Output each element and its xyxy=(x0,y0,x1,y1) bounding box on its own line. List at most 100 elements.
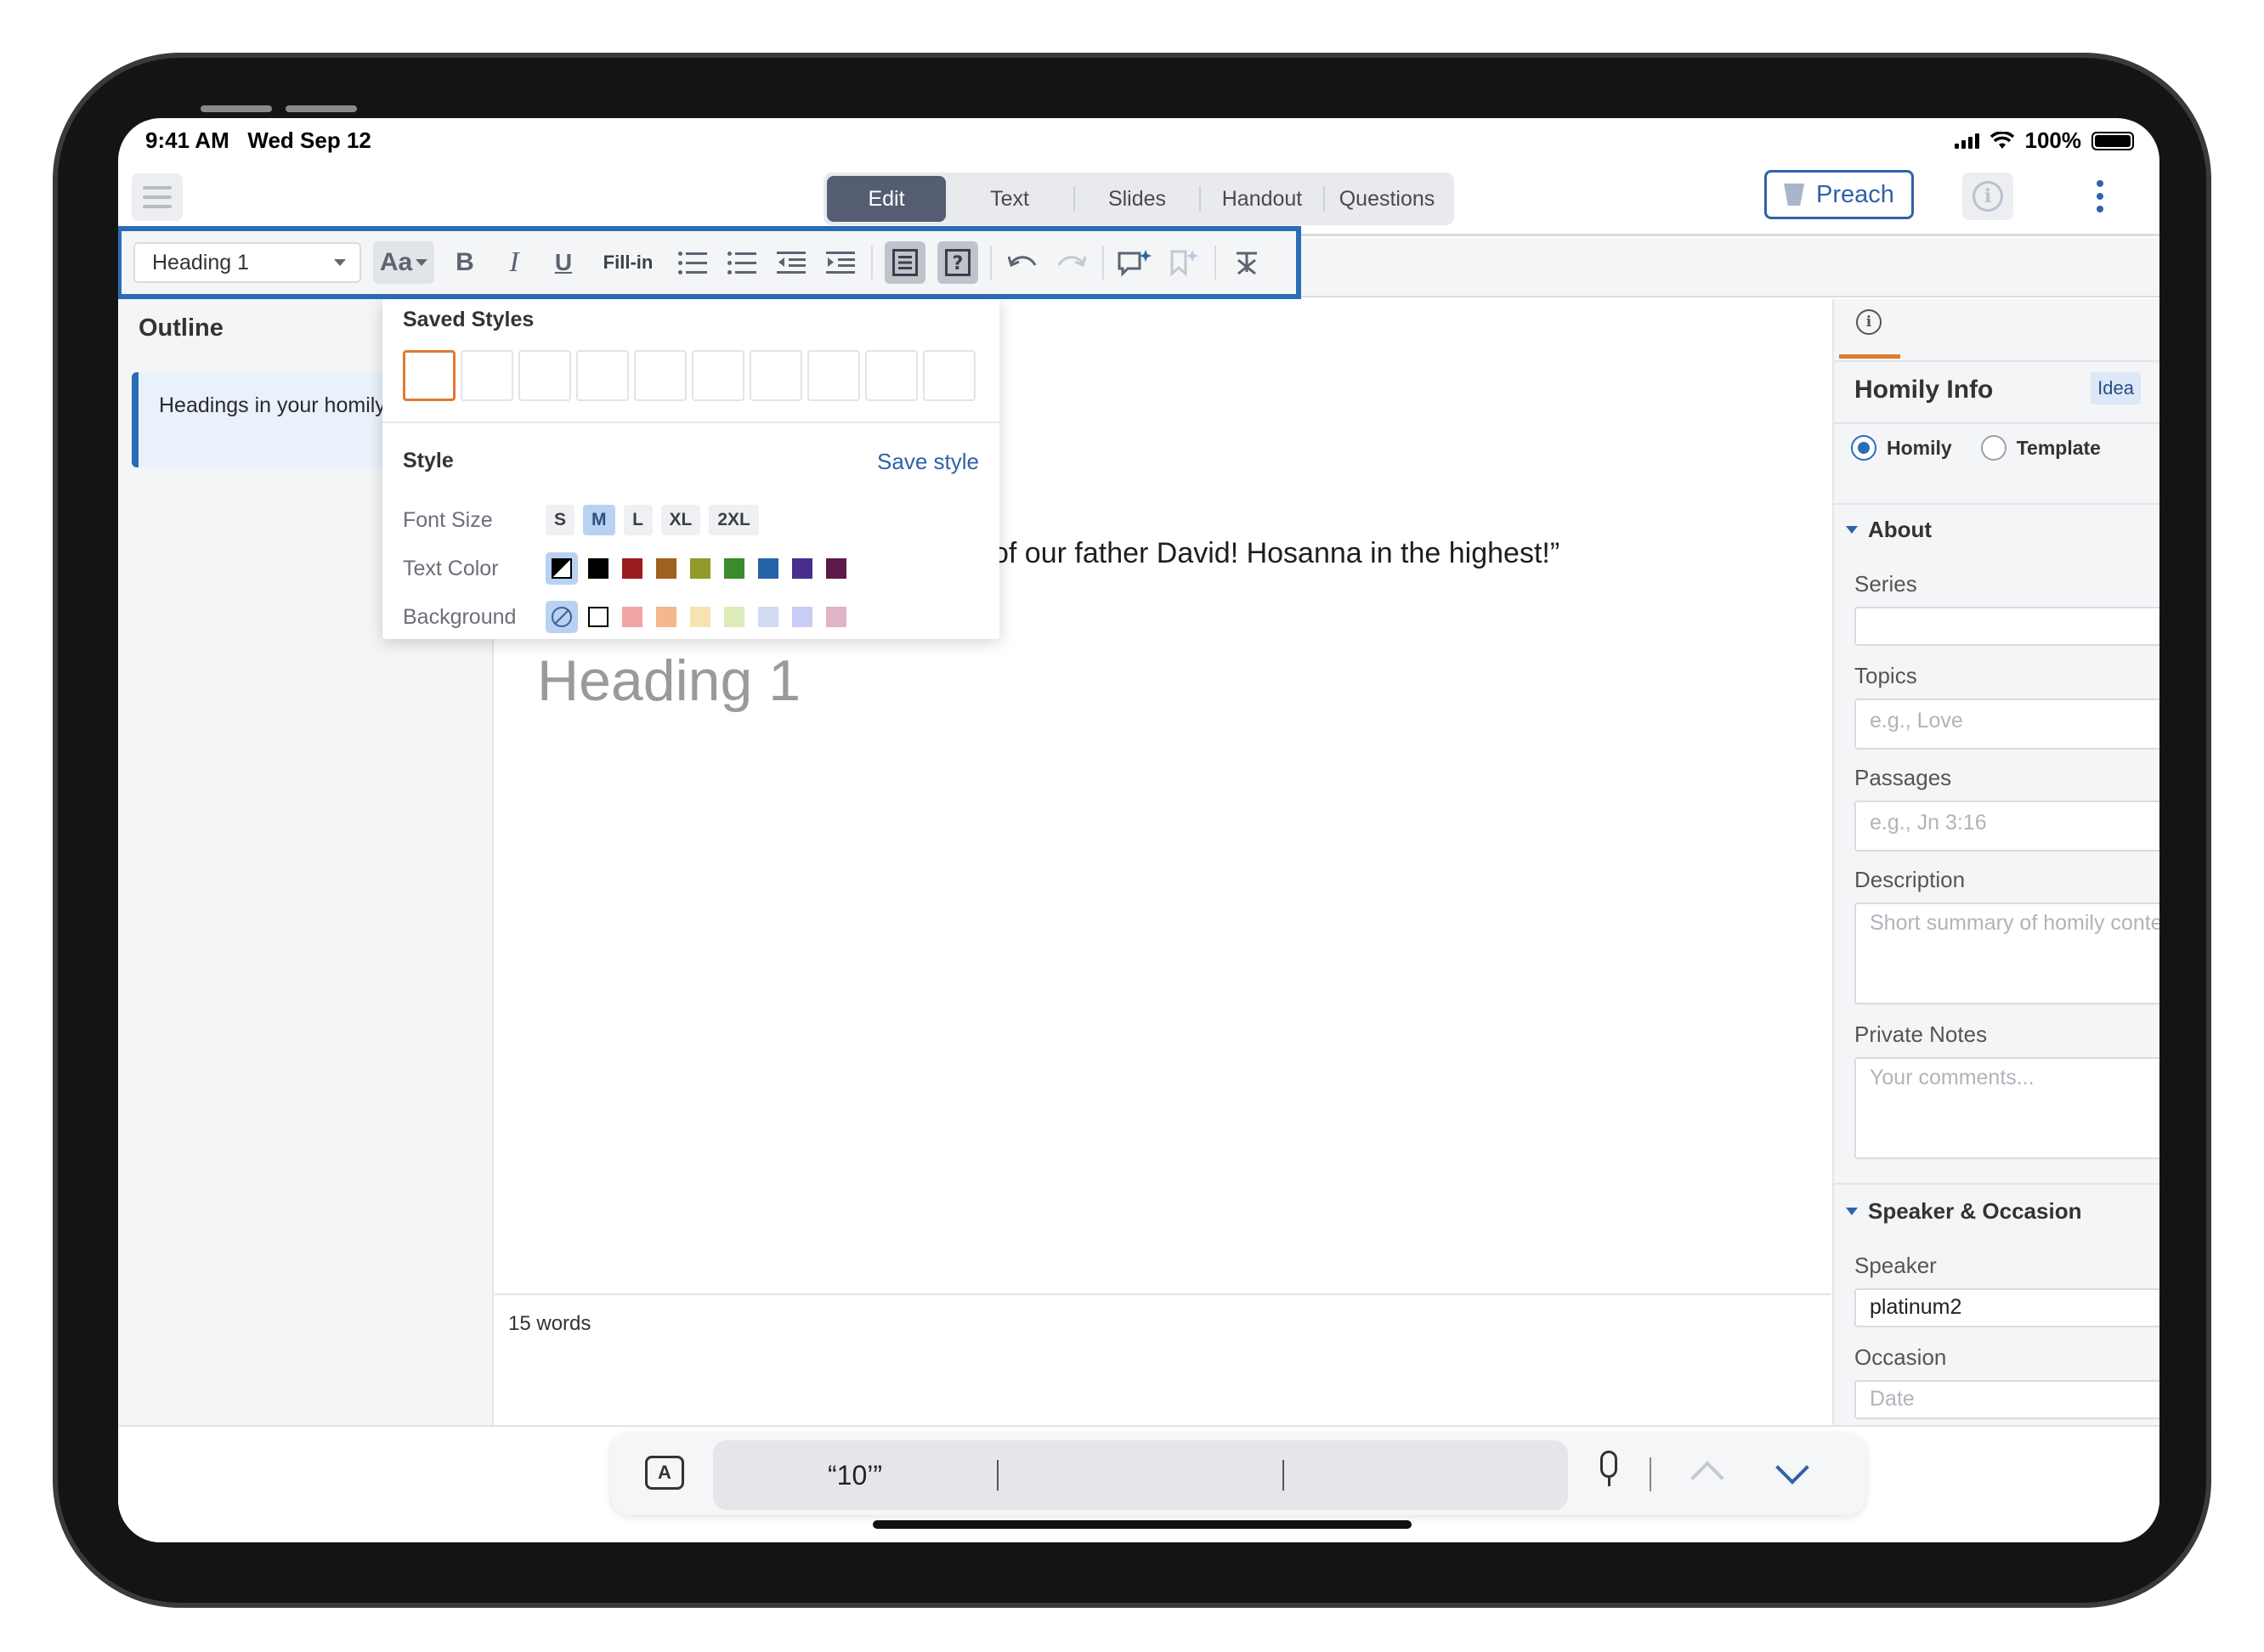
add-comment-button[interactable] xyxy=(1116,241,1153,284)
fill-in-button[interactable]: Fill-in xyxy=(594,241,662,284)
save-style-link[interactable]: Save style xyxy=(877,449,979,475)
underline-button[interactable]: U xyxy=(545,241,582,284)
saved-style-slot[interactable] xyxy=(461,350,513,401)
bullet-list-button[interactable] xyxy=(674,241,711,284)
outdent-button[interactable] xyxy=(773,241,810,284)
redo-button[interactable] xyxy=(1053,241,1090,284)
numbered-list-icon xyxy=(727,251,756,274)
saved-style-slot[interactable] xyxy=(923,350,976,401)
text-color-auto-swatch[interactable] xyxy=(546,552,578,585)
heading-placeholder[interactable]: Heading 1 xyxy=(537,648,801,714)
background-swatch[interactable] xyxy=(826,607,846,627)
saved-style-slot[interactable] xyxy=(750,350,802,401)
font-size-m[interactable]: M xyxy=(583,505,615,535)
font-size-xl[interactable]: XL xyxy=(660,505,701,535)
tab-handout[interactable]: Handout xyxy=(1201,176,1323,222)
saved-style-slot[interactable] xyxy=(692,350,744,401)
text-color-swatch[interactable] xyxy=(656,558,676,579)
text-color-swatch[interactable] xyxy=(826,558,846,579)
background-swatch[interactable] xyxy=(792,607,812,627)
speaker-label: Speaker xyxy=(1854,1253,1937,1278)
info-icon: i xyxy=(1856,309,1882,335)
home-indicator[interactable] xyxy=(873,1520,1412,1529)
font-size-2xl[interactable]: 2XL xyxy=(709,505,759,535)
keyboard-format-button[interactable]: A xyxy=(645,1456,684,1490)
text-color-swatch[interactable] xyxy=(690,558,710,579)
indent-button[interactable] xyxy=(822,241,859,284)
undo-button[interactable] xyxy=(1004,241,1041,284)
background-swatch[interactable] xyxy=(724,607,744,627)
font-size-l[interactable]: L xyxy=(623,505,653,535)
date-placeholder: Date xyxy=(1870,1387,1915,1411)
text-block-icon xyxy=(892,249,918,276)
about-section-header[interactable]: About xyxy=(1846,517,1932,543)
saved-style-slot[interactable] xyxy=(576,350,629,401)
style-title: Style xyxy=(403,449,454,472)
saved-style-slot[interactable] xyxy=(634,350,687,401)
chevron-up-icon xyxy=(1690,1461,1724,1495)
background-swatch[interactable] xyxy=(656,607,676,627)
text-color-swatch[interactable] xyxy=(622,558,642,579)
private-notes-textarea[interactable]: Your comments... xyxy=(1854,1057,2159,1159)
series-input[interactable] xyxy=(1854,607,2159,646)
text-color-swatch[interactable] xyxy=(792,558,812,579)
suggestion-item[interactable] xyxy=(1282,1460,1568,1491)
paragraph-block-button[interactable] xyxy=(885,241,925,284)
bold-button[interactable]: B xyxy=(446,241,484,284)
scripture-quote[interactable]: of our father David! Hosanna in the high… xyxy=(993,537,1559,570)
background-none-swatch[interactable] xyxy=(546,601,578,633)
saved-style-slot[interactable] xyxy=(865,350,918,401)
homily-type-radios: Homily Template xyxy=(1851,435,2101,461)
background-swatch[interactable] xyxy=(588,607,608,627)
microphone-icon[interactable] xyxy=(1593,1451,1624,1495)
clear-formatting-button[interactable] xyxy=(1228,241,1265,284)
tab-edit[interactable]: Edit xyxy=(827,176,946,222)
radio-homily[interactable] xyxy=(1851,435,1876,461)
paragraph-style-select[interactable]: Heading 1 xyxy=(133,242,361,283)
description-textarea[interactable]: Short summary of homily content... xyxy=(1854,902,2159,1004)
question-block-button[interactable]: ? xyxy=(937,241,978,284)
text-color-swatch[interactable] xyxy=(758,558,778,579)
saved-style-slot[interactable] xyxy=(807,350,860,401)
saved-style-slot[interactable] xyxy=(403,350,456,401)
suggestion-item[interactable] xyxy=(997,1460,1282,1491)
menu-icon[interactable] xyxy=(132,173,183,221)
occasion-date-input[interactable]: Date xyxy=(1854,1380,2159,1419)
chevron-down-icon xyxy=(1846,526,1858,534)
radio-homily-label: Homily xyxy=(1887,436,1952,459)
italic-button[interactable]: I xyxy=(495,241,533,284)
tab-text[interactable]: Text xyxy=(946,176,1073,222)
more-options-icon[interactable] xyxy=(2097,180,2103,212)
add-bookmark-button[interactable] xyxy=(1165,241,1203,284)
radio-template[interactable] xyxy=(1980,435,2006,461)
saved-style-slot[interactable] xyxy=(518,350,571,401)
info-button[interactable]: i xyxy=(1962,173,2013,220)
indent-icon xyxy=(826,252,855,274)
comment-sparkle-icon xyxy=(1118,250,1152,277)
speaker-section-header[interactable]: Speaker & Occasion xyxy=(1846,1198,2081,1225)
power-button xyxy=(286,105,357,112)
passages-label: Passages xyxy=(1854,765,1952,790)
info-tab[interactable]: i xyxy=(1839,299,1900,359)
battery-icon xyxy=(2091,131,2134,150)
numbered-list-button[interactable] xyxy=(723,241,761,284)
background-swatch[interactable] xyxy=(758,607,778,627)
text-color-swatch[interactable] xyxy=(588,558,608,579)
background-swatch[interactable] xyxy=(690,607,710,627)
occasion-label: Occasion xyxy=(1854,1344,1947,1370)
font-size-s[interactable]: S xyxy=(546,505,575,535)
tab-questions[interactable]: Questions xyxy=(1325,176,1449,222)
speaker-input[interactable]: platinum2 xyxy=(1854,1288,2159,1327)
suggestion-item[interactable]: “10’” xyxy=(713,1460,997,1491)
passages-input[interactable]: e.g., Jn 3:16 xyxy=(1854,801,2159,851)
background-swatch[interactable] xyxy=(622,607,642,627)
preach-button[interactable]: Preach xyxy=(1764,170,1914,219)
status-badge: Idea xyxy=(2091,372,2141,405)
text-color-swatch[interactable] xyxy=(724,558,744,579)
next-field-button[interactable] xyxy=(1775,1451,1809,1490)
topics-input[interactable]: e.g., Love xyxy=(1854,699,2159,750)
text-color-row: Text Color xyxy=(403,552,860,585)
text-style-button[interactable]: Aa xyxy=(373,241,434,284)
tab-slides[interactable]: Slides xyxy=(1075,176,1199,222)
previous-field-button[interactable] xyxy=(1690,1456,1724,1495)
